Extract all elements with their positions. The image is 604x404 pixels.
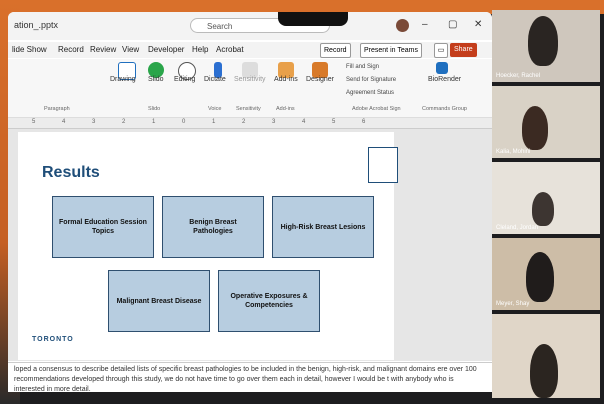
designer-button[interactable]: Designer [306, 76, 334, 83]
editing-button[interactable]: Editing [174, 76, 195, 83]
group-commands: Commands Group [422, 106, 467, 112]
group-slido: Slido [148, 106, 161, 112]
group-paragraph: Paragraph [44, 106, 70, 112]
malignant-disease-box[interactable]: Malignant Breast Disease [108, 270, 210, 332]
dictate-button[interactable]: Dictate [204, 76, 226, 83]
group-sensitivity: Sensitivity [236, 106, 261, 112]
ruler-mark: 4 [302, 119, 306, 125]
menu-help[interactable]: Help [192, 45, 208, 54]
drawing-button[interactable]: Drawing [110, 76, 136, 83]
ruler-mark: 1 [152, 119, 156, 125]
slide[interactable]: Results Formal Education Session Topics … [18, 132, 398, 360]
biorender-button[interactable]: BioRender [428, 76, 461, 83]
group-adobe-acrobat-sign: Adobe Acrobat Sign [352, 106, 401, 112]
share-button[interactable]: Share [450, 43, 477, 57]
participant-tile[interactable] [492, 314, 600, 398]
participant-gallery: Hoecker, Rachel Kalia, Mohini Cleland, J… [492, 10, 600, 404]
slido-button[interactable]: Slido [148, 76, 164, 83]
high-risk-lesions-box[interactable]: High-Risk Breast Lesions [272, 196, 374, 258]
ruler: 5 4 3 2 1 0 1 2 3 4 5 6 [8, 118, 492, 129]
menu-record[interactable]: Record [58, 45, 84, 54]
ruler-mark: 4 [62, 119, 66, 125]
participant-video [522, 106, 548, 150]
menu-slide-show[interactable]: lide Show [12, 45, 47, 54]
present-in-teams-button[interactable]: Present in Teams [360, 43, 422, 58]
slide-title[interactable]: Results [42, 164, 100, 182]
biorender-icon[interactable] [436, 62, 448, 74]
menu-review[interactable]: Review [90, 45, 116, 54]
participant-name: Cleland, Jordan [496, 225, 539, 231]
ruler-mark: 2 [122, 119, 126, 125]
formal-education-box[interactable]: Formal Education Session Topics [52, 196, 154, 258]
file-name[interactable]: ation_.pptx [14, 20, 58, 30]
participant-name: Hoecker, Rachel [496, 73, 541, 79]
group-add-ins: Add-ins [276, 106, 295, 112]
avatar[interactable] [396, 19, 409, 32]
ruler-mark: 6 [362, 119, 366, 125]
participant-video [528, 16, 558, 66]
participant-video [530, 344, 558, 398]
title-bar: ation_.pptx ⌕ Search – ▢ ✕ [8, 12, 492, 40]
record-button[interactable]: Record [320, 43, 351, 58]
participant-video [526, 252, 554, 302]
participant-tile[interactable]: Hoecker, Rachel [492, 10, 600, 82]
ruler-mark: 3 [272, 119, 276, 125]
agreement-status-button[interactable]: Agreement Status [346, 90, 394, 96]
ruler-mark: 3 [92, 119, 96, 125]
participant-name: Kalia, Mohini [496, 149, 531, 155]
fill-and-sign-button[interactable]: Fill and Sign [346, 64, 379, 70]
powerpoint-window: ation_.pptx ⌕ Search – ▢ ✕ lide Show Rec… [8, 12, 492, 392]
comment-icon[interactable]: ▭ [434, 43, 448, 58]
sensitivity-button[interactable]: Sensitivity [234, 76, 266, 83]
menu-developer[interactable]: Developer [148, 45, 184, 54]
participant-tile[interactable]: Meyer, Shay [492, 238, 600, 310]
benign-pathologies-box[interactable]: Benign Breast Pathologies [162, 196, 264, 258]
close-button[interactable]: ✕ [474, 19, 482, 30]
operative-exposures-box[interactable]: Operative Exposures & Competencies [218, 270, 320, 332]
ruler-mark: 2 [242, 119, 246, 125]
menu-acrobat[interactable]: Acrobat [216, 45, 244, 54]
participant-tile[interactable]: Cleland, Jordan [492, 162, 600, 234]
group-voice: Voice [208, 106, 222, 112]
send-for-signature-button[interactable]: Send for Signature [346, 77, 396, 83]
ruler-mark: 0 [182, 119, 186, 125]
camera-notch [278, 12, 348, 26]
participant-tile[interactable]: Kalia, Mohini [492, 86, 600, 158]
ruler-mark: 1 [212, 119, 216, 125]
participant-name: Meyer, Shay [496, 301, 530, 307]
speaker-notes[interactable]: loped a consensus to describe detailed l… [8, 362, 492, 392]
participant-video [532, 192, 554, 226]
ruler-mark: 5 [32, 119, 36, 125]
maximize-button[interactable]: ▢ [448, 19, 457, 30]
university-crest-icon [368, 147, 398, 183]
university-logo: TORONTO [32, 336, 74, 343]
ruler-mark: 5 [332, 119, 336, 125]
minimize-button[interactable]: – [422, 19, 428, 30]
add-ins-button[interactable]: Add-ins [274, 76, 298, 83]
menu-view[interactable]: View [122, 45, 139, 54]
